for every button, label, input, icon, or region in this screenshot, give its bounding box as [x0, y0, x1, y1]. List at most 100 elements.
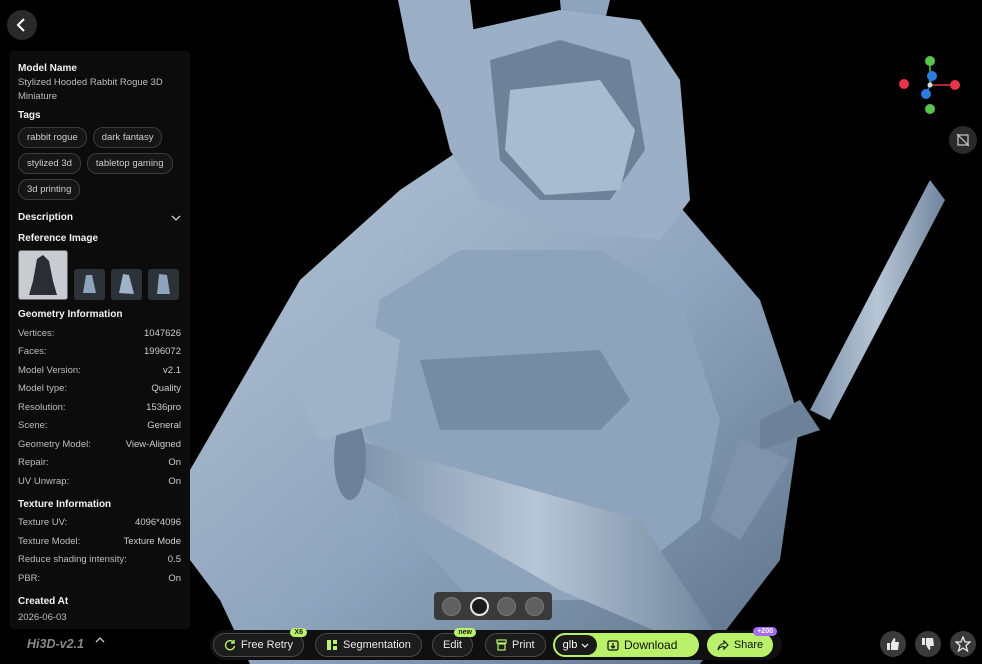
print-icon — [496, 639, 507, 651]
reference-image-label: Reference Image — [18, 233, 99, 244]
info-row: UV Unwrap: On — [18, 476, 181, 487]
thumbs-down-button[interactable] — [915, 631, 941, 657]
tags-list: rabbit rogue dark fantasy stylized 3d ta… — [18, 127, 181, 200]
tag-chip[interactable]: tabletop gaming — [86, 153, 173, 174]
segmentation-button[interactable]: Segmentation — [315, 633, 422, 657]
info-key: Resolution: — [18, 401, 66, 413]
free-retry-label: Free Retry — [241, 639, 293, 651]
chevron-up-icon — [95, 636, 104, 642]
info-row: Texture Model: Texture Mode — [18, 536, 181, 547]
download-label: Download — [624, 638, 678, 652]
info-row: Texture UV: 4096*4096 — [18, 517, 181, 528]
info-key: Model Version: — [18, 364, 81, 376]
info-row: Reduce shading intensity: 0.5 — [18, 554, 181, 565]
model-info-panel[interactable]: Model Name Stylized Hooded Rabbit Rogue … — [9, 51, 190, 642]
created-at-value: 2026-06-03 — [18, 611, 67, 623]
info-key: Scene: — [18, 420, 48, 431]
geometry-info-label: Geometry Information — [18, 309, 123, 320]
hide-texture-icon — [956, 133, 970, 147]
info-key: Faces: — [18, 346, 47, 357]
description-toggle[interactable]: Description — [18, 212, 181, 223]
info-value: 4096*4096 — [135, 517, 181, 528]
info-value: View-Aligned — [125, 438, 181, 450]
render-mode-shaded[interactable] — [497, 596, 517, 616]
print-label: Print — [512, 639, 535, 651]
model-name-label: Model Name — [18, 63, 77, 74]
info-row: Geometry Model: View-Aligned — [18, 439, 181, 450]
info-row: Model type: Quality — [18, 383, 181, 394]
info-row: Scene: General — [18, 420, 181, 431]
render-mode-upload[interactable] — [524, 596, 544, 616]
info-key: Repair: — [18, 457, 49, 468]
tag-chip[interactable]: rabbit rogue — [18, 127, 87, 148]
info-row: Resolution: 1536pro — [18, 402, 181, 413]
texture-info-label: Texture Information — [18, 498, 112, 510]
render-mode-clay[interactable] — [469, 596, 489, 616]
thumbs-up-icon — [887, 638, 899, 650]
model-name: Stylized Hooded Rabbit Rogue 3D Miniatur… — [18, 77, 163, 102]
chevron-down-icon — [581, 643, 589, 648]
print-button[interactable]: Print — [485, 633, 546, 657]
reference-images — [18, 250, 181, 300]
info-value: v2.1 — [163, 364, 181, 376]
format-select[interactable]: glb — [555, 635, 597, 655]
reference-thumbnail[interactable] — [74, 269, 105, 300]
brand-label: Hi3D-v2.1 — [27, 637, 84, 651]
share-reward-badge: +200 — [753, 627, 777, 636]
chevron-down-icon — [171, 215, 181, 221]
thumbs-up-button[interactable] — [880, 631, 906, 657]
reference-thumbnail[interactable] — [111, 269, 142, 300]
bottom-toolbar: Free Retry X6 Segmentation Edit new Prin… — [210, 627, 782, 660]
description-label: Description — [18, 212, 74, 223]
render-mode-switcher — [434, 592, 552, 620]
info-value: On — [168, 457, 181, 468]
edit-button[interactable]: Edit new — [432, 628, 476, 657]
reference-thumbnail-main[interactable] — [18, 250, 68, 300]
download-button[interactable]: Download — [597, 638, 677, 652]
back-icon — [16, 18, 25, 32]
share-icon — [717, 639, 729, 650]
info-key: Texture Model: — [18, 535, 81, 547]
render-mode-textured[interactable] — [442, 596, 462, 616]
info-key: Texture UV: — [18, 517, 68, 528]
segmentation-label: Segmentation — [343, 639, 411, 651]
retry-icon — [224, 640, 236, 651]
axis-gizmo[interactable] — [898, 54, 962, 116]
favorite-button[interactable] — [950, 631, 976, 657]
download-group: glb Download — [553, 633, 699, 657]
share-label: Share — [733, 639, 764, 651]
info-value: On — [168, 572, 181, 584]
retry-count-badge: X6 — [290, 628, 307, 637]
info-value: 1047626 — [144, 327, 181, 339]
info-row: Vertices: 1047626 — [18, 328, 181, 339]
back-button[interactable] — [7, 10, 37, 40]
info-key: PBR: — [18, 572, 41, 584]
info-value: Quality — [151, 383, 181, 394]
download-icon — [607, 640, 619, 651]
tag-chip[interactable]: 3d printing — [18, 179, 81, 200]
thumbs-down-icon — [922, 638, 934, 650]
info-value: General — [147, 420, 181, 431]
tags-label: Tags — [18, 110, 41, 121]
info-key: Geometry Model: — [18, 438, 91, 450]
share-button[interactable]: Share +200 — [707, 627, 777, 657]
free-retry-button[interactable]: Free Retry X6 — [213, 628, 307, 657]
hide-texture-button[interactable] — [949, 126, 977, 154]
texture-info-list: Texture UV: 4096*4096 Texture Model: Textur… — [18, 517, 181, 584]
info-value: 1536pro — [146, 401, 181, 413]
info-value: 0.5 — [167, 554, 181, 565]
info-row: Model Version: v2.1 — [18, 365, 181, 376]
info-key: UV Unwrap: — [18, 475, 70, 487]
star-icon — [955, 636, 971, 652]
info-row: Repair: On — [18, 457, 181, 468]
reference-thumbnail[interactable] — [148, 269, 179, 300]
tag-chip[interactable]: stylized 3d — [18, 153, 81, 174]
info-value: Texture Mode — [123, 535, 181, 547]
info-row: Faces: 1996072 — [18, 346, 181, 357]
info-row: PBR: On — [18, 573, 181, 584]
info-key: Reduce shading intensity: — [18, 554, 127, 565]
new-badge: new — [454, 628, 476, 637]
geometry-info-list: Vertices: 1047626 Faces: 1996072 Model Versi… — [18, 328, 181, 487]
info-key: Vertices: — [18, 327, 55, 339]
tag-chip[interactable]: dark fantasy — [92, 127, 163, 148]
